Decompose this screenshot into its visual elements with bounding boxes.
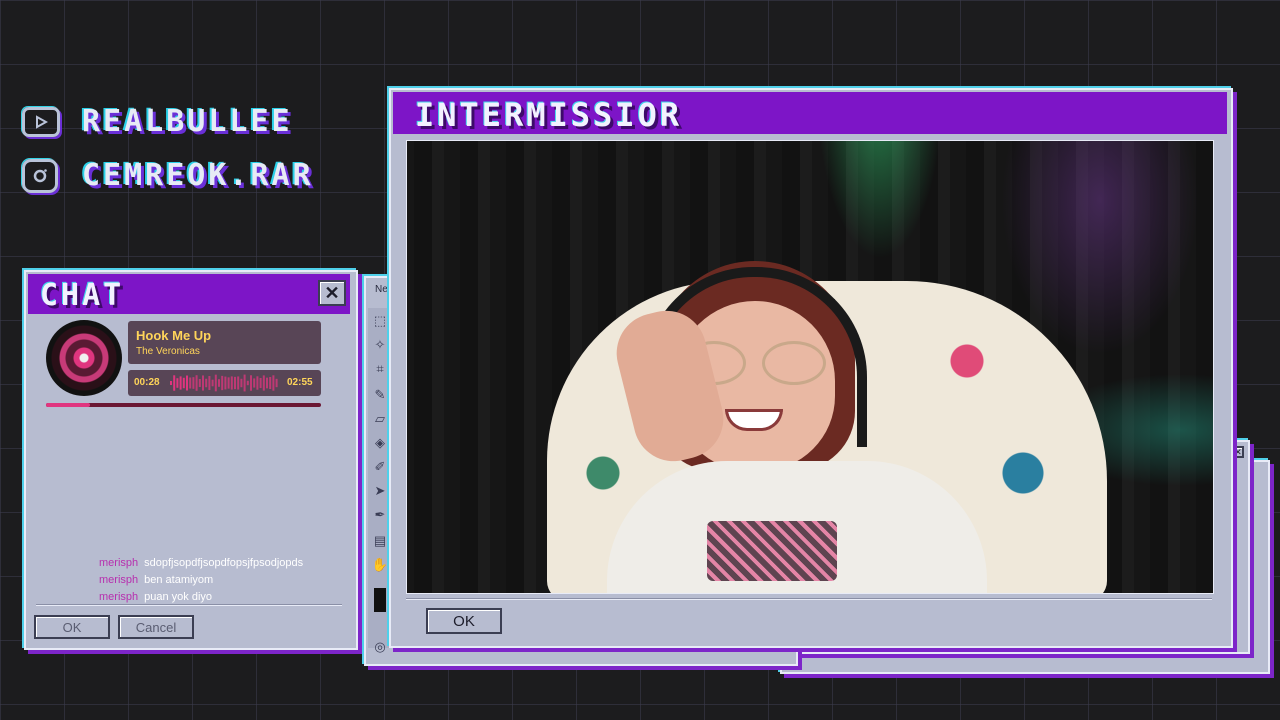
waveform-bar xyxy=(253,378,256,388)
lasso-tool-icon[interactable]: ✧ xyxy=(371,336,389,354)
select-rect-tool-icon[interactable]: ⬚ xyxy=(371,312,389,330)
waveform-bar xyxy=(176,378,179,388)
song-progress-fill xyxy=(46,403,90,407)
instagram-handle: CEMREOK.RAR xyxy=(82,158,314,193)
webcam-feed xyxy=(406,140,1214,594)
waveform-bar xyxy=(250,375,252,391)
waveform-bar xyxy=(230,376,233,390)
waveform-bar xyxy=(173,375,176,391)
chat-message-text: sdopfjsopdfjsopdfopsjfpsodjopds xyxy=(144,557,304,569)
waveform xyxy=(170,374,278,392)
chat-message: merisph puan yok diyo xyxy=(99,591,212,603)
chat-message: merisph sdopfjsopdfjsopdfopsjfpsodjopds xyxy=(99,557,303,569)
webcam-divider xyxy=(406,598,1212,600)
waveform-bar xyxy=(227,377,230,389)
chat-message-text: puan yok diyo xyxy=(144,591,213,603)
waveform-bar xyxy=(256,376,259,390)
chat-divider xyxy=(36,604,342,606)
waveform-bar xyxy=(234,376,236,390)
waveform-bar xyxy=(189,377,192,389)
waveform-bar xyxy=(237,376,240,390)
waveform-bar xyxy=(262,375,265,391)
waveform-bar xyxy=(243,374,246,392)
youtube-handle: REALBULLEE xyxy=(82,104,293,139)
chat-cancel-button[interactable]: Cancel xyxy=(118,615,194,639)
album-art xyxy=(46,320,122,396)
waveform-bar xyxy=(266,377,268,389)
waveform-bar xyxy=(195,375,198,391)
chat-message-text: ben atamiyom xyxy=(144,574,214,586)
waveform-bar xyxy=(202,375,204,391)
chat-close-button[interactable]: ✕ xyxy=(318,280,346,306)
intermission-ok-button[interactable]: OK xyxy=(426,608,502,634)
fill-tool-icon[interactable]: ◈ xyxy=(371,434,389,452)
pen-tool-icon[interactable]: ✒ xyxy=(371,506,389,524)
waveform-bar xyxy=(246,380,249,386)
chat-ok-button[interactable]: OK xyxy=(34,615,110,639)
hand-tool-icon[interactable]: ✋ xyxy=(371,556,389,574)
waveform-bar xyxy=(214,374,217,392)
waveform-bar xyxy=(182,377,185,389)
text-tool-icon[interactable]: ▤ xyxy=(371,532,389,550)
waveform-bar xyxy=(192,377,195,389)
song-elapsed-time: 00:28 xyxy=(134,377,160,388)
song-title: Hook Me Up xyxy=(136,328,212,343)
youtube-icon xyxy=(22,106,60,137)
waveform-bar xyxy=(186,375,188,391)
background-window-close-button[interactable]: ✕ xyxy=(1232,446,1244,458)
waveform-bar xyxy=(205,378,208,388)
waveform-bar xyxy=(221,375,224,391)
song-artist: The Veronicas xyxy=(136,346,200,357)
waveform-bar xyxy=(179,376,182,390)
instagram-handle-row: CEMREOK.RAR xyxy=(22,158,314,193)
waveform-bar xyxy=(170,381,172,385)
pencil-tool-icon[interactable]: ✎ xyxy=(371,386,389,404)
pointer-tool-icon[interactable]: ➤ xyxy=(371,482,389,500)
waveform-bar xyxy=(269,377,272,389)
crop-tool-icon[interactable]: ⌗ xyxy=(371,360,389,378)
chat-message: merisph ben atamiyom xyxy=(99,574,213,586)
chat-title: CHAT xyxy=(40,278,125,313)
waveform-bar xyxy=(224,376,227,390)
paint-window-title: Ne xyxy=(375,284,388,295)
waveform-bar xyxy=(259,377,262,389)
song-duration: 02:55 xyxy=(287,377,313,388)
chat-username: merisph xyxy=(99,574,139,586)
eraser-tool-icon[interactable]: ▱ xyxy=(371,410,389,428)
waveform-bar xyxy=(211,379,214,387)
waveform-bar xyxy=(198,379,201,387)
instagram-icon xyxy=(22,158,58,193)
waveform-bar xyxy=(275,378,278,388)
chat-username: merisph xyxy=(99,557,139,569)
waveform-bar xyxy=(208,376,211,390)
chat-username: merisph xyxy=(99,591,139,603)
intermission-title: INTERMISSIOR xyxy=(415,96,683,134)
waveform-bar xyxy=(240,378,243,388)
waveform-bar xyxy=(272,375,275,391)
shirt-print xyxy=(707,521,837,581)
zoom-tool-icon[interactable]: ◎ xyxy=(371,638,389,656)
waveform-bar xyxy=(218,379,220,387)
song-progress-track xyxy=(46,403,321,407)
color-swatch-black[interactable] xyxy=(374,588,386,612)
youtube-handle-row: REALBULLEE xyxy=(22,104,293,139)
brush-tool-icon[interactable]: ✐ xyxy=(371,458,389,476)
